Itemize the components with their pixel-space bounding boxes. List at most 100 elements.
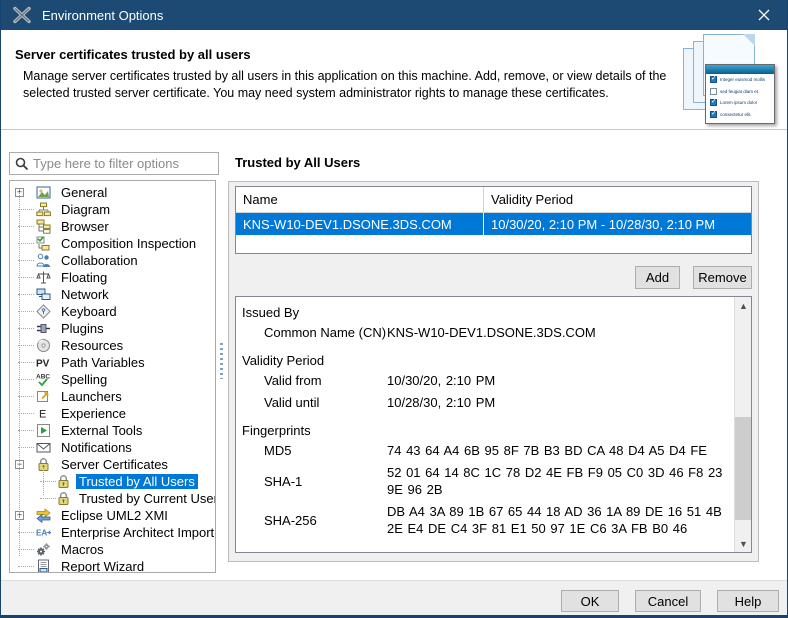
- sidebar-item-label[interactable]: Spelling: [58, 372, 110, 387]
- cancel-button[interactable]: Cancel: [635, 590, 701, 612]
- options-tree[interactable]: +GeneralDiagram Browser Composition Inspec…: [9, 180, 216, 573]
- sidebar-item-keyboard[interactable]: Keyboard: [10, 303, 215, 320]
- sidebar-item-composition-inspection[interactable]: Composition Inspection: [10, 235, 215, 252]
- sidebar-item-launchers[interactable]: Launchers: [10, 388, 215, 405]
- sidebar-item-plugins[interactable]: Plugins: [10, 320, 215, 337]
- sidebar-item-label[interactable]: Plugins: [58, 321, 107, 336]
- ok-button[interactable]: OK: [561, 590, 619, 612]
- sidebar-item-label[interactable]: External Tools: [58, 423, 145, 438]
- sidebar-item-server-certificates[interactable]: −Server Certificates: [10, 456, 215, 473]
- sidebar-item-label[interactable]: Browser: [58, 219, 112, 234]
- scrollbar-thumb[interactable]: [735, 417, 752, 520]
- sidebar-item-label[interactable]: General: [58, 185, 110, 200]
- sidebar-item-trusted-by-all-users[interactable]: Trusted by All Users: [10, 473, 215, 490]
- sidebar-item-label[interactable]: Network: [58, 287, 112, 302]
- app-logo-icon: [12, 6, 32, 24]
- svg-text:ABC: ABC: [36, 374, 50, 381]
- details-scrollbar[interactable]: ▲ ▼: [734, 297, 751, 552]
- sidebar-item-label[interactable]: Resources: [58, 338, 126, 353]
- details-label: SHA-1: [242, 473, 387, 490]
- column-header-validity[interactable]: Validity Period: [484, 187, 751, 212]
- sidebar-item-label[interactable]: Server Certificates: [58, 457, 171, 472]
- sidebar-item-experience[interactable]: E Experience: [10, 405, 215, 422]
- svg-text:E: E: [39, 409, 46, 421]
- column-header-name[interactable]: Name: [236, 187, 484, 212]
- scroll-up-icon[interactable]: ▲: [735, 297, 752, 314]
- tree-connector-line: [18, 260, 34, 261]
- sidebar-item-path-variables[interactable]: PV Path Variables: [10, 354, 215, 371]
- unchecked-checkbox-icon: [710, 88, 717, 95]
- cell-validity-period[interactable]: 10/30/20, 2:10 PM - 10/28/30, 2:10 PM: [484, 213, 751, 235]
- details-section-heading: Issued By: [242, 305, 734, 320]
- cell-name[interactable]: KNS-W10-DEV1.DSONE.3DS.COM: [236, 213, 484, 235]
- sidebar-item-label[interactable]: Collaboration: [58, 253, 141, 268]
- details-row: SHA-152 01 64 14 8C 1C 78 D2 4E FB F9 05…: [242, 464, 734, 498]
- details-value: DB A4 3A 89 1B 67 65 44 18 AD 36 1A 89 D…: [387, 503, 730, 537]
- sidebar-item-eclipse-uml2-xmi[interactable]: +Eclipse UML2 XMI: [10, 507, 215, 524]
- sidebar-item-external-tools[interactable]: External Tools: [10, 422, 215, 439]
- details-label: Valid until: [242, 394, 387, 411]
- details-label: SHA-256: [242, 512, 387, 529]
- vertical-splitter-handle[interactable]: [220, 343, 223, 379]
- notifications-icon: [36, 440, 51, 455]
- details-label: Common Name (CN): [242, 324, 387, 341]
- sidebar-item-macros[interactable]: Macros: [10, 541, 215, 558]
- sidebar-item-label[interactable]: Keyboard: [58, 304, 120, 319]
- sidebar-item-label[interactable]: Floating: [58, 270, 110, 285]
- sidebar-item-label[interactable]: Diagram: [58, 202, 113, 217]
- sidebar-item-label[interactable]: Notifications: [58, 440, 135, 455]
- sidebar-item-collaboration[interactable]: Collaboration: [10, 252, 215, 269]
- sidebar-item-label[interactable]: Path Variables: [58, 355, 148, 370]
- sidebar-item-label[interactable]: Enterprise Architect Import: [58, 525, 216, 540]
- experience-icon: E: [36, 406, 51, 421]
- sidebar-item-label[interactable]: Experience: [58, 406, 129, 421]
- composition-inspection-icon: [36, 236, 51, 251]
- checklist-row-label: Integer euismod mollis: [720, 77, 765, 82]
- tree-connector-line: [18, 294, 34, 295]
- details-value: 10/28/30, 2:10 PM: [387, 394, 730, 411]
- sidebar-item-diagram[interactable]: Diagram: [10, 201, 215, 218]
- sidebar-item-general[interactable]: +General: [10, 184, 215, 201]
- browser-icon: [36, 219, 51, 234]
- close-icon[interactable]: [741, 0, 787, 30]
- keyboard-icon: [36, 304, 51, 319]
- sidebar-item-label[interactable]: Trusted by All Users: [76, 474, 198, 489]
- sidebar-item-network[interactable]: Network: [10, 286, 215, 303]
- sidebar-item-resources[interactable]: Resources: [10, 337, 215, 354]
- tree-connector-line: [18, 396, 34, 397]
- sidebar-item-label[interactable]: Macros: [58, 542, 107, 557]
- diagram-icon: [36, 202, 51, 217]
- help-button[interactable]: Help: [717, 590, 779, 612]
- sidebar-item-trusted-by-current-user[interactable]: Trusted by Current User: [10, 490, 215, 507]
- sidebar-item-notifications[interactable]: Notifications: [10, 439, 215, 456]
- sidebar-item-spelling[interactable]: ABC Spelling: [10, 371, 215, 388]
- remove-button[interactable]: Remove: [693, 266, 752, 289]
- table-header[interactable]: Name Validity Period: [236, 187, 751, 213]
- sidebar-item-label[interactable]: Trusted by Current User: [76, 491, 216, 506]
- dialog-header: Server certificates trusted by all users…: [1, 30, 787, 130]
- filter-input[interactable]: [29, 156, 218, 171]
- lock-icon: [56, 491, 71, 506]
- sidebar-item-label[interactable]: Report Wizard: [58, 559, 147, 573]
- sidebar-item-browser[interactable]: Browser: [10, 218, 215, 235]
- checklist-graphic: Integer euismod mollissed feugiat diam e…: [705, 64, 775, 124]
- floating-icon: [36, 270, 51, 285]
- sidebar-item-enterprise-architect-import[interactable]: EAEnterprise Architect Import: [10, 524, 215, 541]
- checklist-row-label: consectetur elit.: [720, 112, 752, 117]
- svg-text:PV: PV: [36, 359, 50, 370]
- sidebar-item-floating[interactable]: Floating: [10, 269, 215, 286]
- sidebar-item-label[interactable]: Eclipse UML2 XMI: [58, 508, 171, 523]
- launchers-icon: [36, 389, 51, 404]
- sidebar-item-label[interactable]: Launchers: [58, 389, 125, 404]
- details-row: Valid until10/28/30, 2:10 PM: [242, 394, 734, 411]
- sidebar-item-report-wizard[interactable]: Report Wizard: [10, 558, 215, 573]
- table-row[interactable]: KNS-W10-DEV1.DSONE.3DS.COM10/30/20, 2:10…: [236, 213, 751, 235]
- scroll-down-icon[interactable]: ▼: [735, 535, 752, 552]
- certificates-table[interactable]: Name Validity Period KNS-W10-DEV1.DSONE.…: [235, 186, 752, 254]
- add-button[interactable]: Add: [635, 266, 680, 289]
- title-bar[interactable]: Environment Options: [1, 0, 787, 30]
- certificates-illustration: Integer euismod mollissed feugiat diam e…: [681, 34, 777, 126]
- certificate-details-panel: Issued ByCommon Name (CN)KNS-W10-DEV1.DS…: [235, 296, 752, 553]
- details-value: 52 01 64 14 8C 1C 78 D2 4E FB F9 05 C0 3…: [387, 464, 730, 498]
- sidebar-item-label[interactable]: Composition Inspection: [58, 236, 199, 251]
